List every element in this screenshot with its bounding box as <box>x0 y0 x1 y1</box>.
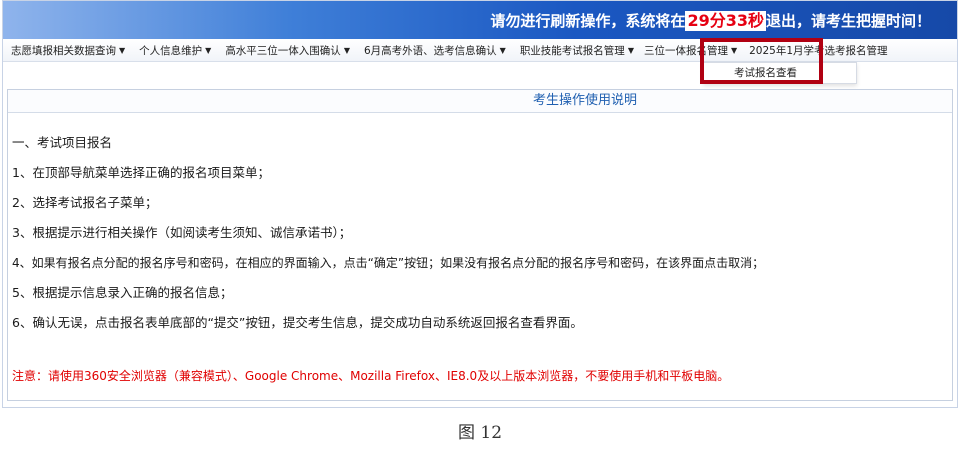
countdown-timer: 29分33秒 <box>685 11 766 31</box>
top-nav-menu: 志愿填报相关数据查询 ▼ 个人信息维护 ▼ 高水平三位一体入围确认 ▼ 6月高考外语、选考信… <box>3 39 957 62</box>
nav-item-label: 2025年1月学考选考报名管理 <box>749 45 888 57</box>
nav-item-june-exam-confirm[interactable]: 6月高考外语、选考信息确认 ▼ <box>356 40 512 61</box>
instruction-step-6: 6、确认无误，点击报名表单底部的“提交”按钮，提交考生信息，提交成功自动系统返回… <box>12 315 583 330</box>
nav-item-three-in-one-registration[interactable]: 三位一体报名管理 ▼ <box>640 40 741 61</box>
countdown-message: 请勿进行刷新操作，系统将在 29分33秒 退出，请考生把握时间！ <box>490 10 931 32</box>
nav-item-personal-info[interactable]: 个人信息维护 ▼ <box>131 40 217 61</box>
instruction-step-4: 4、如果有报名点分配的报名序号和密码，在相应的界面输入，点击“确定”按钮；如果没… <box>12 256 765 270</box>
nav-item-label: 6月高考外语、选考信息确认 <box>363 45 497 57</box>
dropdown-item-exam-registration-view[interactable]: 考试报名查看 <box>734 63 797 83</box>
nav-item-label: 志愿填报相关数据查询 <box>11 45 116 57</box>
instruction-step-2: 2、选择考试报名子菜单； <box>12 195 158 210</box>
figure-caption: 图 12 <box>457 423 503 443</box>
nav-item-label: 三位一体报名管理 <box>643 45 728 57</box>
nav-item-jan-2025-registration[interactable]: 2025年1月学考选考报名管理 <box>741 40 893 61</box>
browser-notice: 注意：请使用360安全浏览器（兼容模式）、Google Chrome、Mozil… <box>12 369 730 383</box>
nav-item-high-level-confirm[interactable]: 高水平三位一体入围确认 ▼ <box>217 40 356 61</box>
caret-down-icon: ▼ <box>627 46 634 55</box>
instructions-title: 考生操作使用说明 <box>532 93 637 108</box>
nav-item-label: 个人信息维护 <box>139 45 203 57</box>
nav-item-label: 高水平三位一体入围确认 <box>225 45 341 57</box>
header-banner: 请勿进行刷新操作，系统将在 29分33秒 退出，请考生把握时间！ <box>3 1 957 39</box>
caret-down-icon: ▼ <box>499 46 506 55</box>
instructions-header: 考生操作使用说明 <box>8 90 952 113</box>
nav-item-label: 职业技能考试报名管理 <box>519 45 625 57</box>
caret-down-icon: ▼ <box>730 46 738 55</box>
countdown-prefix: 请勿进行刷新操作，系统将在 <box>490 12 686 30</box>
caret-down-icon: ▼ <box>119 46 126 55</box>
nav-item-score-query[interactable]: 志愿填报相关数据查询 ▼ <box>3 40 131 61</box>
instruction-step-3: 3、根据提示进行相关操作（如阅读考生须知、诚信承诺书）； <box>12 225 352 240</box>
instructions-panel: 考生操作使用说明 一、考试项目报名 1、在顶部导航菜单选择正确的报名项目菜单； … <box>7 89 953 401</box>
app-frame: 请勿进行刷新操作，系统将在 29分33秒 退出，请考生把握时间！ 志愿填报相关数据查… <box>2 0 958 408</box>
caret-down-icon: ▼ <box>343 46 350 55</box>
countdown-suffix: 退出，请考生把握时间！ <box>765 12 931 30</box>
instruction-step-1: 1、在顶部导航菜单选择正确的报名项目菜单； <box>12 165 270 180</box>
instruction-step-5: 5、根据提示信息录入正确的报名信息； <box>12 285 233 300</box>
caret-down-icon: ▼ <box>205 46 212 55</box>
nav-item-vocational-registration[interactable]: 职业技能考试报名管理 ▼ <box>512 40 640 61</box>
nav-dropdown-menu: 考试报名查看 <box>703 62 857 84</box>
instruction-heading: 一、考试项目报名 <box>12 135 113 150</box>
